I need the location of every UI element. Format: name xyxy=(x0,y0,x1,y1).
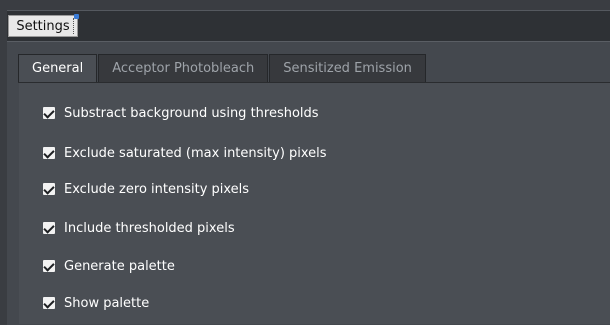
checkbox-checked-icon[interactable] xyxy=(42,221,56,235)
option-generate-palette[interactable]: Generate palette xyxy=(42,256,175,276)
tab-sensitized-emission[interactable]: Sensitized Emission xyxy=(269,54,426,83)
checkbox-checked-icon[interactable] xyxy=(42,182,56,196)
option-label: Generate palette xyxy=(64,258,175,274)
checkbox-checked-icon[interactable] xyxy=(42,259,56,273)
tab-label: Acceptor Photobleach xyxy=(112,61,255,76)
settings-title-label: Settings xyxy=(16,19,70,34)
checkbox-checked-icon[interactable] xyxy=(42,106,56,120)
tab-acceptor-photobleach[interactable]: Acceptor Photobleach xyxy=(98,54,269,83)
tab-general[interactable]: General xyxy=(18,54,98,83)
option-label: Include thresholded pixels xyxy=(64,220,235,236)
option-label: Exclude saturated (max intensity) pixels xyxy=(64,145,327,161)
checkbox-checked-icon[interactable] xyxy=(42,296,56,310)
focus-dotted-outline xyxy=(73,18,75,34)
option-label: Exclude zero intensity pixels xyxy=(64,181,250,197)
option-substract-background[interactable]: Substract background using thresholds xyxy=(42,103,319,123)
option-exclude-saturated[interactable]: Exclude saturated (max intensity) pixels xyxy=(42,143,327,163)
corner-marker-icon xyxy=(74,14,79,19)
checkbox-checked-icon[interactable] xyxy=(42,146,56,160)
tab-bar: General Acceptor Photobleach Sensitized … xyxy=(18,54,427,83)
tab-label: General xyxy=(32,61,84,76)
option-exclude-zero-intensity[interactable]: Exclude zero intensity pixels xyxy=(42,179,249,199)
option-label: Show palette xyxy=(64,295,150,311)
option-show-palette[interactable]: Show palette xyxy=(42,293,149,313)
settings-title-tab[interactable]: Settings xyxy=(8,14,79,37)
tab-label: Sensitized Emission xyxy=(283,61,412,76)
header-bar xyxy=(7,10,610,42)
option-include-thresholded[interactable]: Include thresholded pixels xyxy=(42,218,235,238)
option-label: Substract background using thresholds xyxy=(64,105,319,121)
